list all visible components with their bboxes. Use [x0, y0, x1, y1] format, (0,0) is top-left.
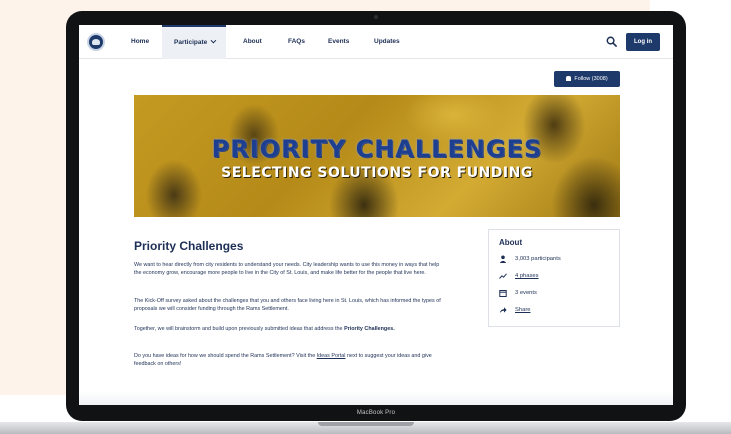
city-seal-logo[interactable] [87, 33, 105, 51]
phases-link[interactable]: 4 phases [515, 273, 539, 279]
about-title: About [499, 238, 523, 247]
person-icon [499, 255, 507, 263]
follow-button[interactable]: Follow (3008) [554, 71, 620, 87]
brainstorm-text: Together, we will brainstorm and build u… [134, 326, 345, 332]
nav-home[interactable]: Home [131, 25, 149, 59]
top-nav: Home Participate About FAQs Events Updat… [79, 25, 673, 59]
nav-faqs[interactable]: FAQs [288, 25, 305, 59]
hero-banner: PRIORITY CHALLENGES SELECTING SOLUTIONS … [134, 95, 620, 217]
laptop-screen: Home Participate About FAQs Events Updat… [79, 25, 673, 405]
ideas-text-pre: Do you have ideas for how we should spen… [134, 353, 317, 359]
nav-events[interactable]: Events [328, 25, 349, 59]
follow-label: Follow (3008) [574, 76, 608, 82]
ideas-portal-link[interactable]: Ideas Portal [317, 353, 346, 359]
nav-updates[interactable]: Updates [374, 25, 400, 59]
nav-about[interactable]: About [243, 25, 262, 59]
webcam [374, 15, 378, 19]
nav-participate-label: Participate [174, 39, 208, 46]
share-row[interactable]: Share [499, 305, 530, 315]
banner-subtitle: SELECTING SOLUTIONS FOR FUNDING [221, 165, 533, 181]
page-heading: Priority Challenges [134, 239, 244, 253]
ideas-paragraph: Do you have ideas for how we should spen… [134, 352, 444, 368]
phases-row[interactable]: 4 phases [499, 271, 539, 281]
survey-paragraph: The Kick-Off survey asked about the chal… [134, 298, 441, 312]
participants-count: 3,003 participants [515, 256, 561, 262]
banner-title: PRIORITY CHALLENGES [211, 135, 543, 163]
priority-challenges-bold: Priority Challenges. [344, 326, 395, 332]
about-panel: About 3,003 participants 4 phases 3 even… [488, 229, 620, 327]
share-arrow-icon [499, 307, 507, 313]
events-row: 3 events [499, 288, 537, 298]
chevron-down-icon [210, 37, 217, 44]
page-bottom-fade [79, 391, 673, 405]
events-count: 3 events [515, 290, 537, 296]
login-button[interactable]: Log in [626, 33, 660, 51]
trend-icon [499, 273, 507, 279]
share-link[interactable]: Share [515, 307, 530, 313]
brainstorm-paragraph: Together, we will brainstorm and build u… [134, 325, 444, 333]
intro-paragraph: We want to hear directly from city resid… [134, 262, 440, 276]
search-icon[interactable] [606, 36, 617, 47]
device-label: MacBook Pro [356, 410, 396, 416]
bell-icon [566, 76, 572, 81]
laptop-base-notch [318, 422, 414, 426]
calendar-icon [499, 290, 507, 297]
nav-participate[interactable]: Participate [162, 25, 227, 59]
participants-row: 3,003 participants [499, 254, 561, 264]
